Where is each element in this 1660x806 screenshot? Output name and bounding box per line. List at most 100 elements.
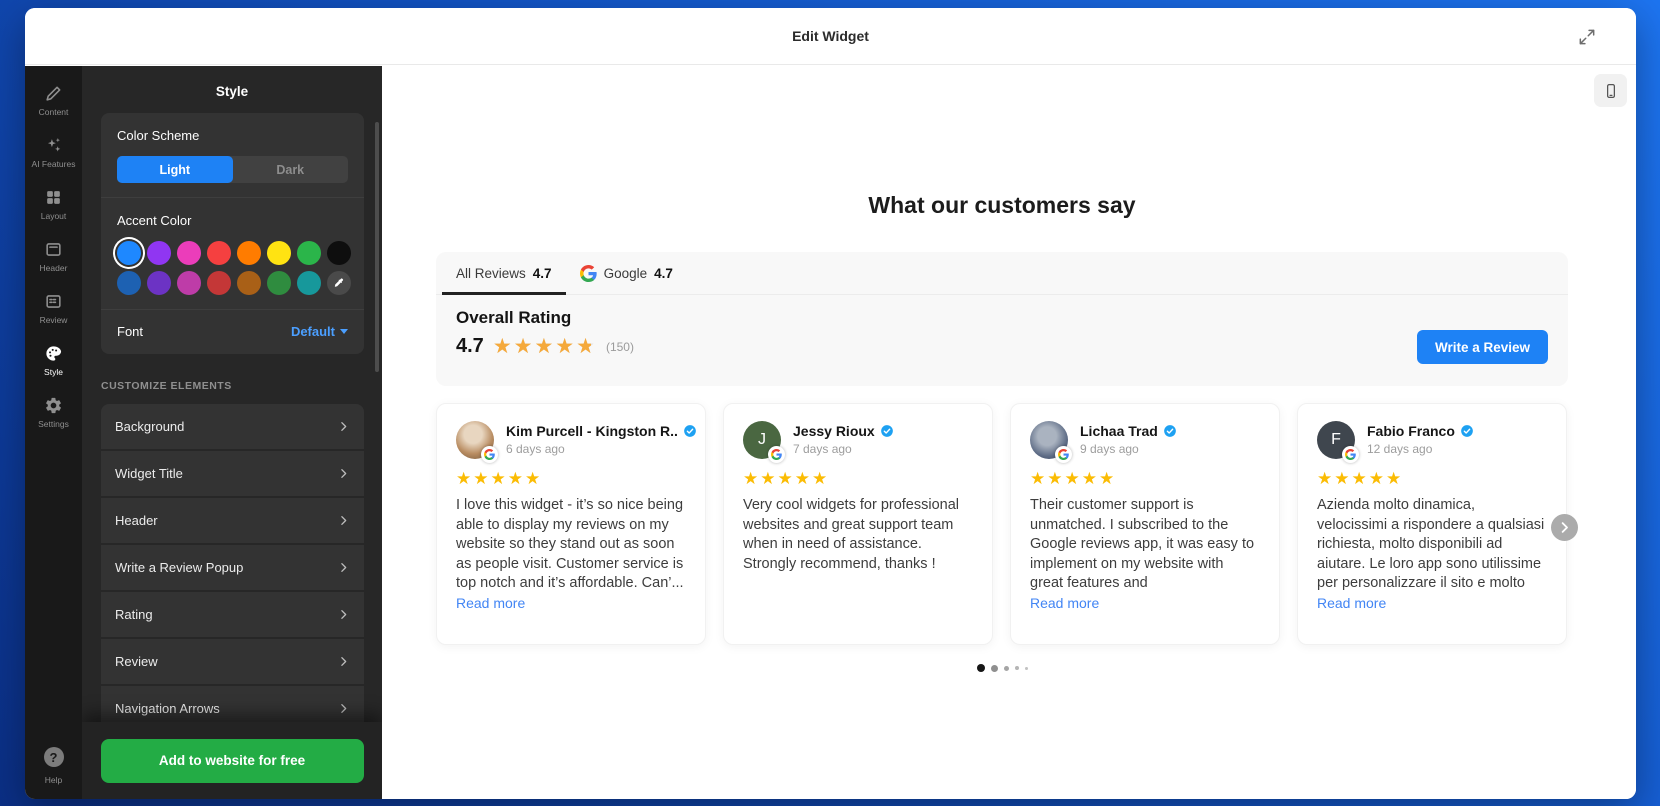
color-swatch[interactable] — [177, 241, 201, 265]
review-date: 12 days ago — [1367, 442, 1433, 456]
font-select[interactable]: Default — [291, 324, 348, 339]
element-item-header[interactable]: Header — [101, 498, 364, 543]
color-swatch[interactable] — [207, 241, 231, 265]
avatar — [1030, 421, 1072, 463]
sidebar-item-settings[interactable]: Settings — [25, 386, 82, 438]
sidebar-item-label: Content — [38, 106, 69, 117]
element-item-rating[interactable]: Rating — [101, 592, 364, 637]
sidebar-item-review[interactable]: Review — [25, 282, 82, 334]
tab-rating: 4.7 — [532, 265, 552, 281]
style-settings-group: Color Scheme Light Dark Accent Color Fon… — [101, 113, 364, 354]
font-value: Default — [290, 324, 335, 339]
color-swatch[interactable] — [117, 241, 141, 265]
overall-rating-label: Overall Rating — [456, 308, 572, 327]
color-swatch[interactable] — [117, 271, 141, 295]
sidebar-item-ai-features[interactable]: AI Features — [25, 126, 82, 178]
color-swatch[interactable] — [237, 271, 261, 295]
read-more-link[interactable]: Read more — [456, 595, 525, 611]
read-more-link[interactable]: Read more — [1317, 595, 1386, 611]
element-item-widget-title[interactable]: Widget Title — [101, 451, 364, 496]
sidebar-item-header[interactable]: Header — [25, 230, 82, 282]
color-scheme-toggle: Light Dark — [117, 156, 348, 183]
carousel-dot[interactable] — [1024, 666, 1028, 670]
modal-topbar: Edit Widget — [25, 8, 1636, 65]
sparkles-icon — [47, 137, 61, 152]
scheme-option-light[interactable]: Light — [117, 156, 233, 183]
verified-icon — [880, 424, 894, 438]
sidebar-item-content[interactable]: Content — [25, 74, 82, 126]
carousel-pagination — [436, 664, 1568, 672]
source-tabs: All Reviews 4.7 Google 4.7 — [436, 252, 1568, 295]
color-swatch[interactable] — [267, 271, 291, 295]
write-review-button[interactable]: Write a Review — [1416, 330, 1548, 364]
reviews-widget: What our customers say All Reviews 4.7 G… — [436, 66, 1568, 672]
carousel-dot[interactable] — [990, 664, 998, 672]
expand-icon[interactable] — [1574, 24, 1600, 50]
carousel-dot[interactable] — [976, 664, 985, 672]
google-source-icon — [768, 446, 785, 463]
scheme-option-dark[interactable]: Dark — [233, 156, 349, 183]
review-stars: ★★★★★ — [743, 469, 830, 488]
tab-all-reviews[interactable]: All Reviews 4.7 — [442, 252, 566, 295]
carousel-dot[interactable] — [1003, 665, 1009, 671]
add-to-website-button[interactable]: Add to website for free — [100, 738, 364, 783]
tab-label: All Reviews — [456, 265, 526, 281]
mobile-view-button[interactable] — [1594, 74, 1627, 107]
review-text: Azienda molto dinamica, velocissimi a ri… — [1317, 497, 1545, 591]
help-button[interactable]: ? Help — [25, 743, 82, 789]
color-swatch[interactable] — [237, 241, 261, 265]
color-swatch[interactable] — [177, 271, 201, 295]
layout-icon — [47, 190, 60, 204]
style-panel: Style Color Scheme Light Dark Accent Col… — [82, 66, 382, 799]
tab-rating: 4.7 — [654, 265, 673, 281]
read-more-link[interactable]: Read more — [1030, 595, 1099, 611]
sidebar-item-label: Style — [44, 366, 63, 377]
element-item-write-review-popup[interactable]: Write a Review Popup — [101, 545, 364, 590]
custom-color-button[interactable] — [327, 271, 351, 295]
panel-bottom-bar: Add to website for free — [82, 722, 382, 799]
review-text: I love this widget - it’s so nice being … — [456, 497, 684, 591]
sidebar-item-layout[interactable]: Layout — [25, 178, 82, 230]
overall-rating-value: 4.7 — [456, 335, 484, 357]
color-swatch[interactable] — [207, 271, 231, 295]
sidebar-item-label: Layout — [40, 210, 67, 221]
reviewer-name: Lichaa Trad — [1080, 423, 1158, 439]
element-label: Background — [115, 419, 185, 434]
element-label: Header — [115, 513, 158, 528]
help-label: Help — [44, 775, 63, 785]
panel-scrollbar[interactable] — [375, 122, 379, 372]
element-item-review[interactable]: Review — [101, 639, 364, 684]
element-label: Rating — [115, 607, 153, 622]
nav-rail: Content AI Features Layout Header Review… — [25, 66, 82, 799]
chevron-right-icon — [341, 563, 347, 572]
google-source-icon — [1055, 446, 1072, 463]
element-label: Navigation Arrows — [115, 701, 220, 716]
sidebar-item-style[interactable]: Style — [25, 334, 82, 386]
tab-google[interactable]: Google 4.7 — [566, 252, 687, 294]
review-stars: ★★★★★ — [1317, 469, 1404, 488]
review-card: Kim Purcell - Kingston R... 6 days ago ★… — [436, 403, 706, 645]
overall-stars: ★★★★★ ★★★★★ — [493, 336, 597, 357]
carousel-dot[interactable] — [1014, 666, 1019, 670]
header-icon — [46, 242, 61, 256]
chevron-right-icon — [341, 516, 347, 525]
avatar: J — [743, 421, 785, 463]
color-swatch[interactable] — [327, 241, 351, 265]
mobile-phone-icon — [1606, 83, 1615, 98]
color-swatch[interactable] — [147, 241, 171, 265]
element-item-background[interactable]: Background — [101, 404, 364, 449]
review-card: F Fabio Franco 12 days ago ★★★★★ Azienda… — [1297, 403, 1567, 645]
palette-icon — [46, 345, 62, 361]
color-swatch[interactable] — [297, 271, 321, 295]
carousel-next-button[interactable] — [1551, 514, 1578, 541]
review-card: J Jessy Rioux 7 days ago ★★★★★ Very cool… — [723, 403, 993, 645]
color-swatch[interactable] — [297, 241, 321, 265]
customize-elements-list: Background Widget Title Header Write a R… — [101, 404, 364, 733]
customize-elements-label: CUSTOMIZE ELEMENTS — [101, 380, 232, 392]
google-icon — [579, 264, 597, 282]
chevron-down-icon — [340, 329, 348, 334]
color-swatch[interactable] — [267, 241, 291, 265]
eyedropper-icon — [334, 278, 344, 287]
color-swatch[interactable] — [147, 271, 171, 295]
question-icon: ? — [43, 747, 64, 767]
